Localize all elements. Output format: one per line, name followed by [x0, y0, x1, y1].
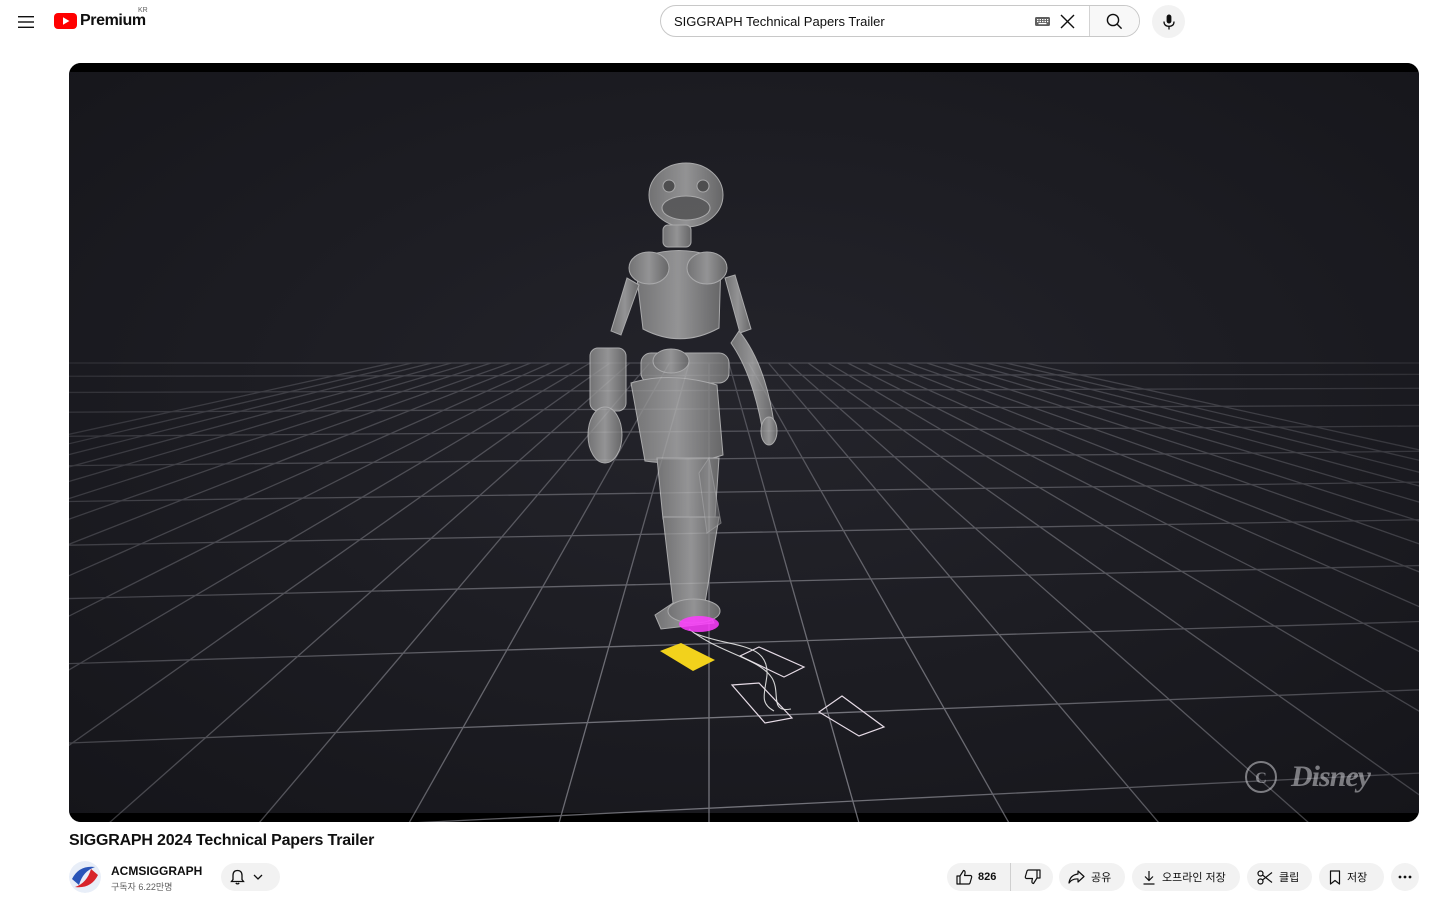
video-title: SIGGRAPH 2024 Technical Papers Trailer — [69, 832, 375, 849]
more-actions-button[interactable] — [1391, 863, 1419, 891]
search-button[interactable] — [1089, 6, 1139, 36]
search-input[interactable] — [661, 6, 1033, 36]
video-frame: C Disney — [69, 63, 1419, 822]
scissors-icon — [1257, 869, 1273, 885]
logo-text: Premium — [80, 12, 146, 29]
channel-avatar[interactable] — [69, 861, 101, 893]
thumbs-up-icon — [956, 869, 973, 885]
masthead: Premium KR — [0, 0, 1430, 44]
keyboard-button[interactable] — [1033, 12, 1051, 30]
more-horizontal-icon — [1398, 875, 1412, 879]
bell-icon — [230, 869, 245, 885]
subscriber-count: 구독자 6.22만명 — [111, 882, 173, 892]
search-icon — [1106, 13, 1123, 29]
guide-menu-button[interactable] — [10, 6, 42, 38]
share-icon — [1068, 870, 1085, 884]
offline-save-button[interactable]: 오프라인 저장 — [1132, 863, 1240, 891]
clip-button[interactable]: 클립 — [1247, 863, 1312, 891]
share-label: 공유 — [1091, 872, 1112, 884]
bookmark-icon — [1329, 869, 1341, 885]
foot-contact-glow — [679, 616, 719, 632]
channel-logo-icon — [69, 861, 101, 893]
keyboard-icon — [1034, 16, 1050, 26]
search-box — [660, 5, 1140, 37]
download-icon — [1142, 870, 1156, 885]
dislike-button[interactable] — [1011, 863, 1053, 891]
like-button[interactable]: 826 — [947, 863, 1011, 891]
channel-name[interactable]: ACMSIGGRAPH — [111, 864, 202, 878]
chevron-down-icon — [253, 874, 263, 880]
thumbs-down-icon — [1024, 869, 1041, 885]
offline-save-label: 오프라인 저장 — [1162, 872, 1226, 884]
save-to-playlist-button[interactable]: 저장 — [1319, 863, 1384, 891]
clip-label: 클립 — [1279, 872, 1300, 884]
svg-text:C: C — [1255, 770, 1267, 787]
notification-bell-button[interactable] — [221, 863, 280, 891]
share-button[interactable]: 공유 — [1059, 863, 1125, 891]
mic-icon — [1162, 14, 1175, 29]
letterbox-bottom — [69, 813, 1419, 822]
save-label: 저장 — [1347, 872, 1368, 884]
youtube-logo-icon — [54, 13, 77, 29]
clear-search-button[interactable] — [1055, 9, 1079, 33]
letterbox-top — [69, 63, 1419, 72]
close-icon — [1060, 14, 1074, 28]
voice-search-button[interactable] — [1152, 5, 1185, 38]
watermark-text: Disney — [1290, 760, 1372, 793]
like-dislike-group: 826 — [947, 863, 1053, 891]
video-player[interactable]: C Disney — [69, 63, 1419, 822]
menu-icon — [18, 16, 34, 28]
logo-region-code: KR — [138, 7, 148, 14]
like-count: 826 — [978, 871, 997, 883]
youtube-premium-logo[interactable]: Premium KR — [54, 7, 148, 33]
